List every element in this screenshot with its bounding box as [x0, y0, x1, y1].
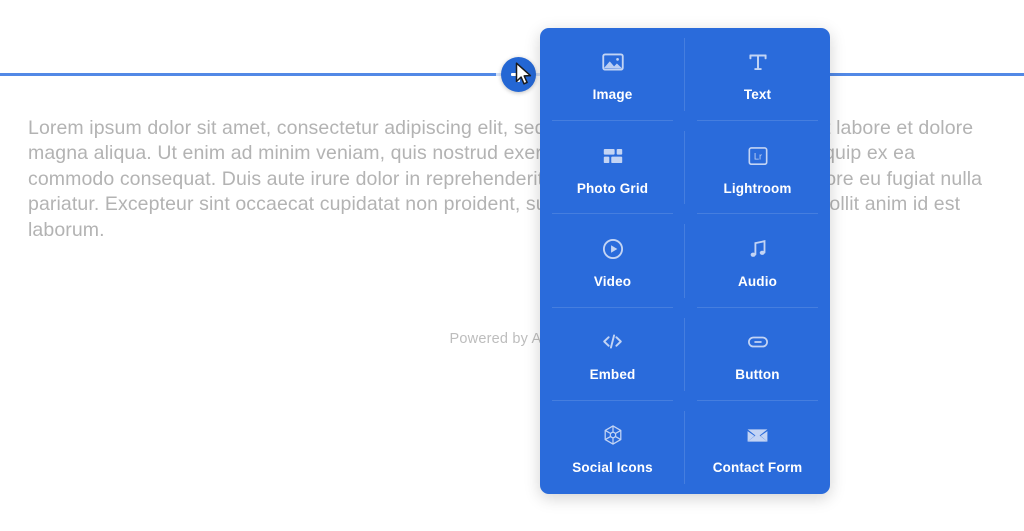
embed-code-icon [598, 327, 628, 357]
plus-icon-vertical [517, 67, 520, 82]
panel-item-lightroom[interactable]: Lr Lightroom [685, 121, 830, 215]
add-block-button[interactable] [501, 57, 536, 92]
powered-by-label: Powered by Adobe [449, 331, 575, 347]
audio-note-icon [743, 234, 773, 264]
svg-text:Lr: Lr [753, 151, 761, 161]
lightroom-icon: Lr [743, 141, 773, 171]
panel-item-label: Social Icons [572, 460, 653, 476]
panel-item-embed[interactable]: Embed [540, 308, 685, 402]
page-body-copy: Lorem ipsum dolor sit amet, consectetur … [28, 116, 988, 241]
panel-item-video[interactable]: Video [540, 214, 685, 308]
contact-form-envelope-icon [743, 420, 773, 450]
button-icon [743, 327, 773, 357]
image-icon [598, 47, 628, 77]
panel-item-label: Text [743, 87, 772, 103]
panel-item-label: Embed [589, 366, 636, 382]
photo-grid-icon [598, 141, 628, 171]
panel-item-label: Audio [738, 273, 777, 289]
panel-item-audio[interactable]: Audio [685, 214, 830, 308]
panel-item-image[interactable]: Image [540, 28, 685, 122]
panel-item-text[interactable]: Text [685, 28, 830, 122]
panel-item-label: Video [593, 273, 632, 289]
panel-item-label: Button [735, 366, 780, 382]
panel-item-label: Contact Form [712, 460, 803, 476]
panel-item-button[interactable]: Button [685, 308, 830, 402]
video-play-icon [598, 234, 628, 264]
social-icons-icon [598, 420, 628, 450]
panel-item-label: Image [592, 87, 633, 103]
insert-block-panel[interactable]: Image Text Photo Grid Lr Lightroom Video… [540, 28, 830, 494]
panel-item-contact-form[interactable]: Contact Form [685, 401, 830, 494]
panel-item-label: Photo Grid [576, 180, 649, 196]
panel-item-social-icons[interactable]: Social Icons [540, 401, 685, 494]
panel-item-photo-grid[interactable]: Photo Grid [540, 121, 685, 215]
text-icon [743, 47, 773, 77]
panel-item-label: Lightroom [723, 180, 792, 196]
